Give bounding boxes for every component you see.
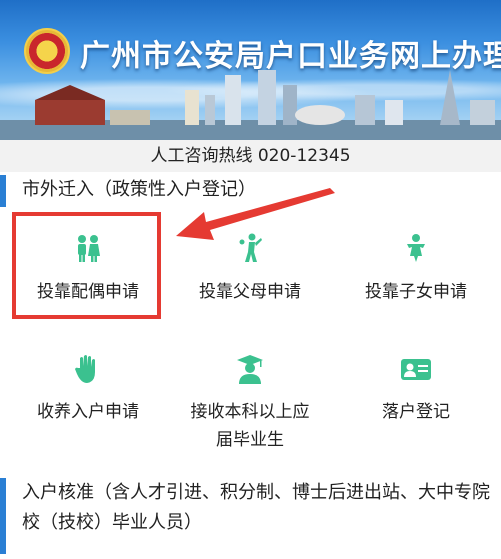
child-icon xyxy=(407,234,425,262)
section-header-talent-approval: 入户核准（含人才引进、积分制、博士后进出站、大中专院校（技校）毕业人员） xyxy=(0,478,501,554)
parent-application-label: 投靠父母申请 xyxy=(199,282,301,302)
highlight-box xyxy=(12,212,161,319)
site-title: 广州市公安局户口业务网上办理 xyxy=(80,39,501,74)
adoption-application-label: 收养入户申请 xyxy=(37,402,139,422)
hotline-bar: 人工咨询热线 020-12345 xyxy=(0,140,501,172)
graduate-item[interactable]: 接收本科以上应届毕业生 xyxy=(170,352,330,454)
child-application-item[interactable]: 投靠子女申请 xyxy=(348,232,484,306)
child-application-label: 投靠子女申请 xyxy=(365,282,467,302)
city-skyline-image xyxy=(0,70,501,140)
adoption-application-item[interactable]: 收养入户申请 xyxy=(20,352,156,426)
id-card-icon xyxy=(401,359,431,380)
hand-icon xyxy=(75,355,95,383)
household-registration-item[interactable]: 落户登记 xyxy=(348,352,484,426)
header-banner: 广州市公安局户口业务网上办理 xyxy=(0,0,501,140)
graduate-label: 接收本科以上应届毕业生 xyxy=(190,402,310,450)
pointer-arrow-icon xyxy=(176,188,335,240)
graduate-icon xyxy=(237,355,263,384)
household-registration-label: 落户登记 xyxy=(382,402,450,422)
police-emblem-icon xyxy=(24,28,70,74)
